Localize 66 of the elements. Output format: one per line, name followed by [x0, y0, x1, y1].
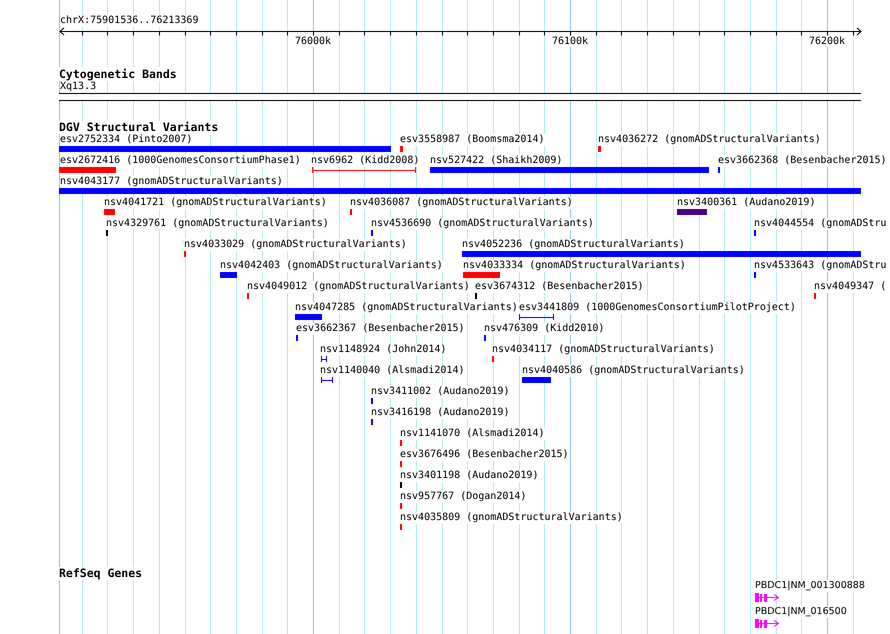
variant-bar[interactable]: [104, 209, 115, 215]
variant-label: nsv4035809 (gnomADStructuralVariants): [400, 512, 623, 524]
variant-label: nsv1148924 (John2014): [320, 344, 446, 356]
variant-label: nsv4033029 (gnomADStructuralVariants): [184, 239, 407, 251]
variant-label: esv2672416 (1000GenomesConsortiumPhase1): [60, 155, 301, 167]
tick-label: 76100k: [552, 36, 588, 47]
variant-label: esv3558987 (Boomsma2014): [400, 134, 544, 146]
variant-span[interactable]: [519, 314, 554, 320]
variant-label: esv3441809 (1000GenomesConsortiumPilotProject): [519, 302, 796, 314]
variant-bar[interactable]: [463, 272, 500, 278]
variant-label: nsv3411002 (Audano2019): [371, 386, 510, 398]
variant-bar[interactable]: [59, 167, 116, 173]
variant-label: nsv3416198 (Audano2019): [371, 407, 510, 419]
tick-label: 76000k: [294, 36, 332, 47]
variant-label: nsv3401198 (Audano2019): [400, 470, 538, 482]
variant-label: esv3674312 (Besenbacher2015): [475, 281, 644, 293]
variant-label: nsv1141070 (Alsmadi2014): [400, 428, 544, 440]
variant-label: nsv4536690 (gnomADStructuralVariants): [371, 218, 594, 230]
variant-label: esv3676496 (Besenbacher2015): [400, 449, 569, 461]
variant-label: nsv4052236 (gnomADStructuralVariants): [462, 239, 685, 251]
variant-label: nsv4044554 (gnomADStru: [754, 218, 886, 230]
variant-label: esv3662368 (Besenbacher2015): [718, 155, 887, 167]
variant-bar[interactable]: [598, 146, 601, 152]
gene-model-drawing[interactable]: [755, 619, 780, 628]
variant-label: nsv4329761 (gnomADStructuralVariants): [106, 218, 329, 230]
track-title: Cytogenetic Bands: [59, 67, 177, 81]
track-title: DGV Structural Variants: [59, 121, 218, 134]
variant-label: nsv4036272 (gnomADStructuralVariants): [598, 134, 821, 146]
variant-label: nsv6962 (Kidd2008): [311, 155, 420, 167]
variant-label: esv2752334 (Pinto2007): [60, 134, 192, 146]
variant-span[interactable]: [321, 377, 333, 383]
variant-bar[interactable]: [462, 251, 861, 257]
variant-label: nsv4036087 (gnomADStructuralVariants): [350, 197, 573, 209]
variant-label: nsv527422 (Shaikh2009): [430, 155, 562, 167]
variant-label: nsv4533643 (gnomADStru: [754, 260, 886, 272]
variant-bar[interactable]: [295, 314, 322, 320]
variant-label: nsv4043177 (gnomADStructuralVariants): [60, 176, 283, 188]
variant-label: nsv4041721 (gnomADStructuralVariants): [104, 197, 327, 209]
variant-label: nsv476309 (Kidd2010): [484, 323, 604, 335]
variant-label: esv3662367 (Besenbacher2015): [296, 323, 465, 335]
variant-bar[interactable]: [220, 272, 237, 278]
variant-bar[interactable]: [430, 167, 709, 173]
variant-bar[interactable]: [59, 146, 391, 152]
variant-span[interactable]: [321, 356, 327, 362]
variant-label: nsv4049347 (: [814, 281, 886, 293]
variant-label: nsv4034117 (gnomADStructuralVariants): [492, 344, 715, 356]
variant-label: nsv4042403 (gnomADStructuralVariants): [220, 260, 443, 272]
location-label: chrX:75901536..76213369: [60, 15, 198, 27]
variant-bar[interactable]: [522, 377, 551, 383]
band-label: Xq13.3: [60, 81, 96, 92]
variant-label: nsv957767 (Dogan2014): [400, 491, 526, 503]
variant-label: nsv1140040 (Alsmadi2014): [320, 365, 464, 377]
gene-model-drawing[interactable]: [755, 593, 780, 602]
variant-label: nsv4040586 (gnomADStructuralVariants): [522, 365, 745, 377]
variant-label: nsv4049012 (gnomADStructuralVariants): [247, 281, 470, 293]
variant-label: nsv3400361 (Audano2019): [677, 197, 816, 209]
gene-label: PBDC1|NM_016500: [755, 606, 847, 618]
variant-bar[interactable]: [677, 209, 707, 215]
tick-label: 76200k: [808, 36, 846, 47]
variant-bar[interactable]: [400, 146, 403, 152]
track-title: RefSeq Genes: [59, 567, 142, 580]
variant-label: nsv4033334 (gnomADStructuralVariants): [463, 260, 686, 272]
variant-span[interactable]: [312, 167, 416, 173]
variant-bar[interactable]: [59, 188, 861, 194]
gene-label: PBDC1|NM_001300888: [755, 580, 865, 592]
variant-label: nsv4047285 (gnomADStructuralVariants): [295, 302, 518, 314]
